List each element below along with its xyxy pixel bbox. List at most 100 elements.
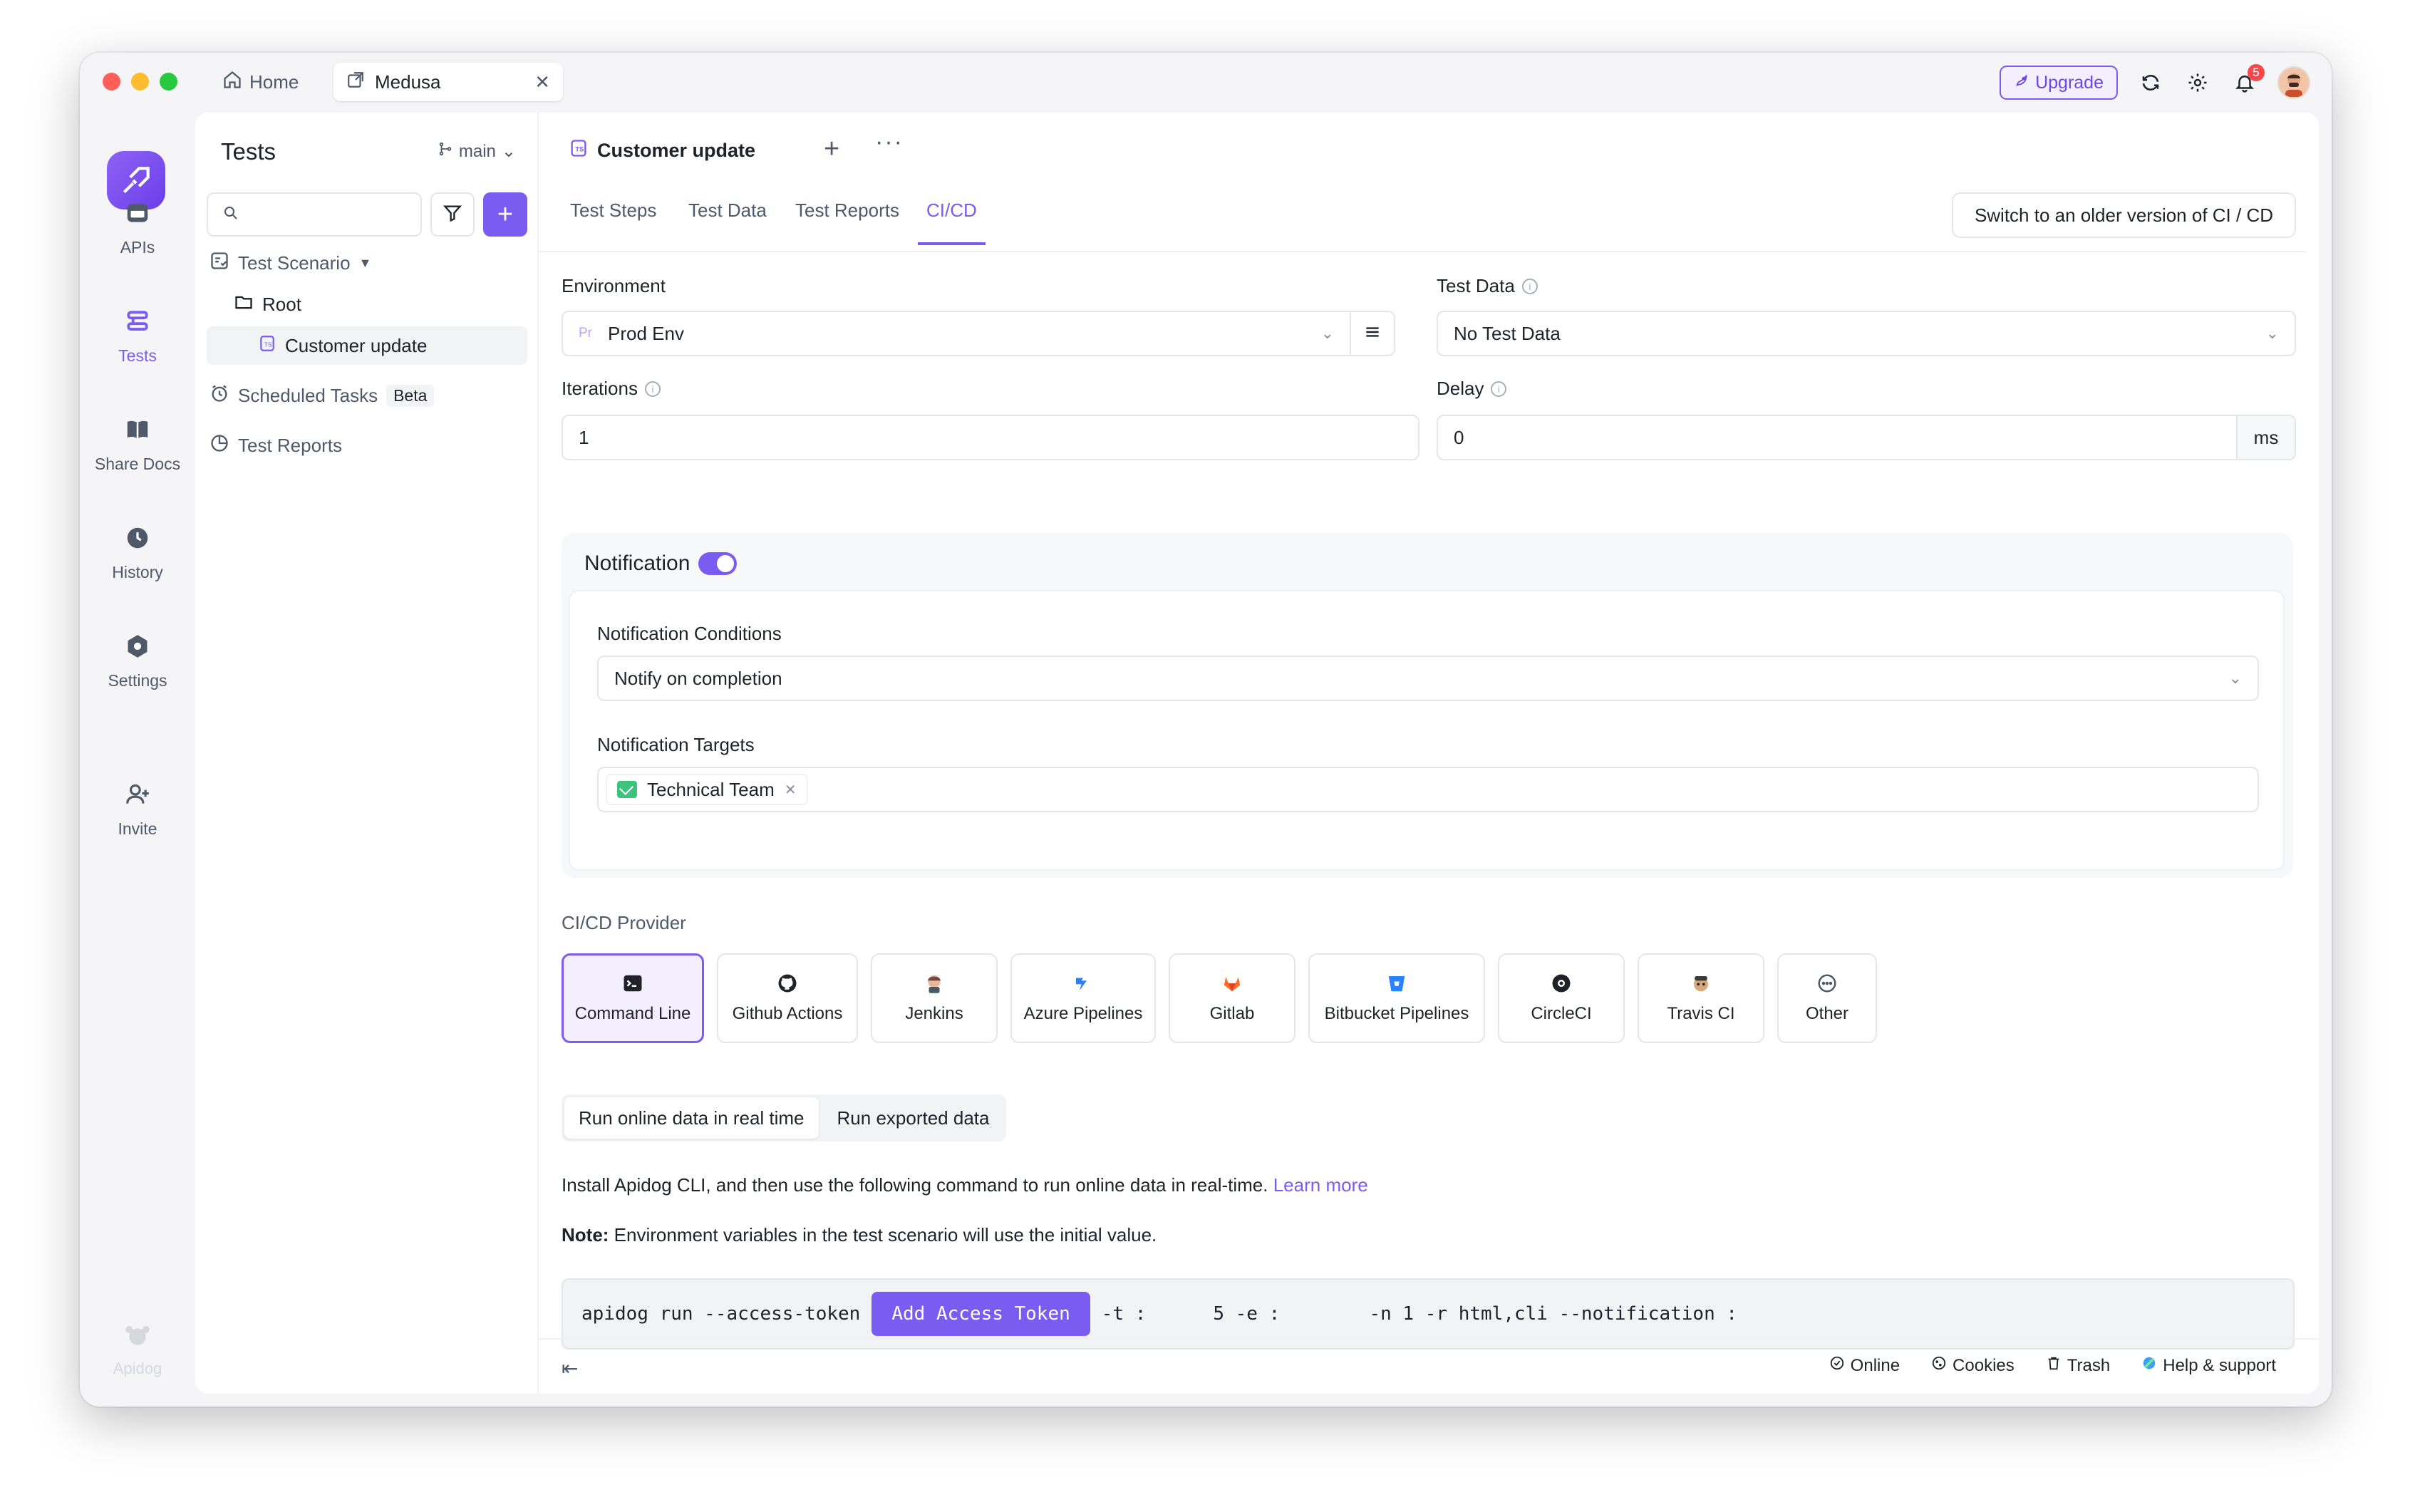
branch-selector[interactable]: main ⌄ [438, 141, 516, 162]
info-icon: i [644, 380, 661, 397]
tree-item-test-reports[interactable]: Test Reports [210, 426, 342, 465]
tab-home-label: Home [249, 71, 299, 93]
rail-item-settings[interactable]: Settings [80, 633, 195, 690]
add-button[interactable]: + [483, 192, 527, 237]
tree-item-root[interactable]: Root [234, 285, 301, 323]
provider-gitlab[interactable]: Gitlab [1169, 953, 1295, 1043]
search-field[interactable] [207, 192, 422, 237]
tab-test-data[interactable]: Test Data [688, 200, 767, 245]
command-prefix: apidog run --access-token [581, 1303, 861, 1325]
test-data-select[interactable]: No Test Data ⌄ [1437, 311, 2296, 356]
doc-tab-label: Customer update [597, 139, 756, 161]
svg-text:TS: TS [575, 145, 584, 152]
branch-label: main [458, 141, 496, 161]
window-zoom-button[interactable] [160, 73, 177, 90]
avatar[interactable] [2277, 66, 2310, 99]
notification-targets-input[interactable]: Technical Team ✕ [597, 767, 2259, 812]
footer-trash[interactable]: Trash [2046, 1355, 2110, 1376]
environment-value: Prod Env [608, 322, 684, 344]
footer-online[interactable]: Online [1829, 1355, 1900, 1376]
tree-item-scheduled-tasks[interactable]: Scheduled Tasks Beta [210, 376, 435, 415]
provider-bitbucket-pipelines[interactable]: Bitbucket Pipelines [1308, 953, 1485, 1043]
provider-other[interactable]: Other [1777, 953, 1877, 1043]
bell-icon[interactable]: 5 [2230, 64, 2265, 97]
provider-jenkins[interactable]: Jenkins [871, 953, 998, 1043]
notification-conditions-select[interactable]: Notify on completion ⌄ [597, 656, 2259, 701]
mail-icon [617, 781, 637, 798]
filter-icon [443, 203, 462, 227]
folder-icon [234, 292, 254, 317]
rail-item-apis[interactable]: APIs [80, 200, 195, 257]
environment-select[interactable]: Pr Prod Env ⌄ [562, 311, 1351, 356]
title-bar: Home Medusa ✕ Upgrade 5 [80, 53, 2332, 113]
doc-tab-customer-update[interactable]: TS Customer update [552, 124, 794, 178]
run-tab-exported[interactable]: Run exported data [823, 1097, 1004, 1139]
rail-label-apis: APIs [120, 238, 155, 257]
iterations-input[interactable]: 1 [562, 415, 1419, 460]
search-input[interactable] [248, 204, 412, 224]
provider-travis-ci[interactable]: Travis CI [1638, 953, 1764, 1043]
new-tab-button[interactable]: + [824, 134, 839, 165]
provider-command-line[interactable]: Command Line [562, 953, 704, 1043]
install-text: Install Apidog CLI, and then use the fol… [562, 1174, 1268, 1196]
tab-test-steps[interactable]: Test Steps [570, 200, 656, 245]
footer-help[interactable]: Help & support [2141, 1355, 2276, 1376]
beta-badge: Beta [386, 384, 435, 407]
tab-medusa[interactable]: Medusa ✕ [333, 63, 563, 101]
gear-icon[interactable] [2183, 68, 2212, 97]
tree-item-customer-update[interactable]: TS Customer update [207, 326, 527, 365]
learn-more-link[interactable]: Learn more [1273, 1174, 1368, 1196]
history-icon [124, 524, 151, 556]
notification-targets-label: Notification Targets [597, 734, 755, 756]
tab-home[interactable]: Home [222, 64, 299, 100]
rail-item-share-docs[interactable]: Share Docs [80, 416, 195, 474]
environment-manage-button[interactable] [1351, 311, 1395, 356]
add-access-token-button[interactable]: Add Access Token [872, 1292, 1090, 1336]
tab-cicd[interactable]: CI/CD [918, 200, 986, 245]
terminal-icon [622, 973, 643, 994]
window-close-button[interactable] [103, 73, 120, 90]
provider-azure-pipelines[interactable]: Azure Pipelines [1010, 953, 1156, 1043]
older-version-button[interactable]: Switch to an older version of CI / CD [1951, 192, 2296, 238]
notification-settings-card: Notification Conditions Notify on comple… [569, 590, 2285, 871]
provider-circleci[interactable]: CircleCI [1498, 953, 1625, 1043]
notification-toggle[interactable] [698, 552, 738, 575]
cookie-icon [1931, 1355, 1947, 1376]
more-options-icon[interactable]: ··· [875, 128, 904, 156]
window-minimize-button[interactable] [131, 73, 149, 90]
upgrade-label: Upgrade [2035, 72, 2104, 93]
apidog-watermark-icon [123, 1322, 152, 1355]
collapse-sidebar-icon[interactable]: ⇤ [562, 1357, 578, 1380]
notification-title: Notification [584, 552, 691, 575]
rail-item-history[interactable]: History [80, 524, 195, 582]
tree-item-test-scenario[interactable]: Test Scenario ▼ [210, 244, 371, 282]
provider-bitbucket-pipelines-label: Bitbucket Pipelines [1324, 1004, 1469, 1023]
provider-azure-pipelines-label: Azure Pipelines [1023, 1004, 1143, 1023]
close-icon[interactable]: ✕ [534, 71, 550, 93]
tab-test-reports[interactable]: Test Reports [795, 200, 899, 245]
command-suffix: -t : 5 -e : -n 1 -r html,cli --notificat… [1101, 1303, 1738, 1325]
rail-item-tests[interactable]: Tests [80, 308, 195, 366]
main-panel: Tests main ⌄ + Test Scenario ▼ Root TS C… [195, 113, 2319, 1394]
run-tab-online[interactable]: Run online data in real time [564, 1097, 819, 1139]
upgrade-button[interactable]: Upgrade [2000, 66, 2118, 100]
remove-tag-icon[interactable]: ✕ [785, 781, 797, 799]
chevron-down-icon: ⌄ [2265, 324, 2279, 342]
check-circle-icon [1829, 1355, 1845, 1376]
delay-input[interactable]: 0 [1437, 415, 2238, 460]
more-circle-icon [1816, 973, 1838, 994]
install-instructions: Install Apidog CLI, and then use the fol… [562, 1174, 1368, 1196]
footer-cookies[interactable]: Cookies [1931, 1355, 2015, 1376]
delay-value: 0 [1454, 426, 1464, 448]
test-case-icon: TS [569, 138, 589, 163]
app-window: Home Medusa ✕ Upgrade 5 APIs Tests Share… [80, 53, 2332, 1407]
provider-github-actions[interactable]: Github Actions [717, 953, 858, 1043]
rail-item-invite[interactable]: Invite [80, 781, 195, 839]
rail-label-share-docs: Share Docs [94, 455, 181, 473]
sync-icon[interactable] [2136, 68, 2165, 97]
pie-chart-icon [210, 433, 229, 458]
filter-button[interactable] [430, 192, 475, 237]
alarm-clock-icon [210, 383, 229, 408]
status-footer: ⇤ Online Cookies Trash Help & support [539, 1338, 2319, 1394]
iterations-label: Iterations i [562, 378, 661, 400]
